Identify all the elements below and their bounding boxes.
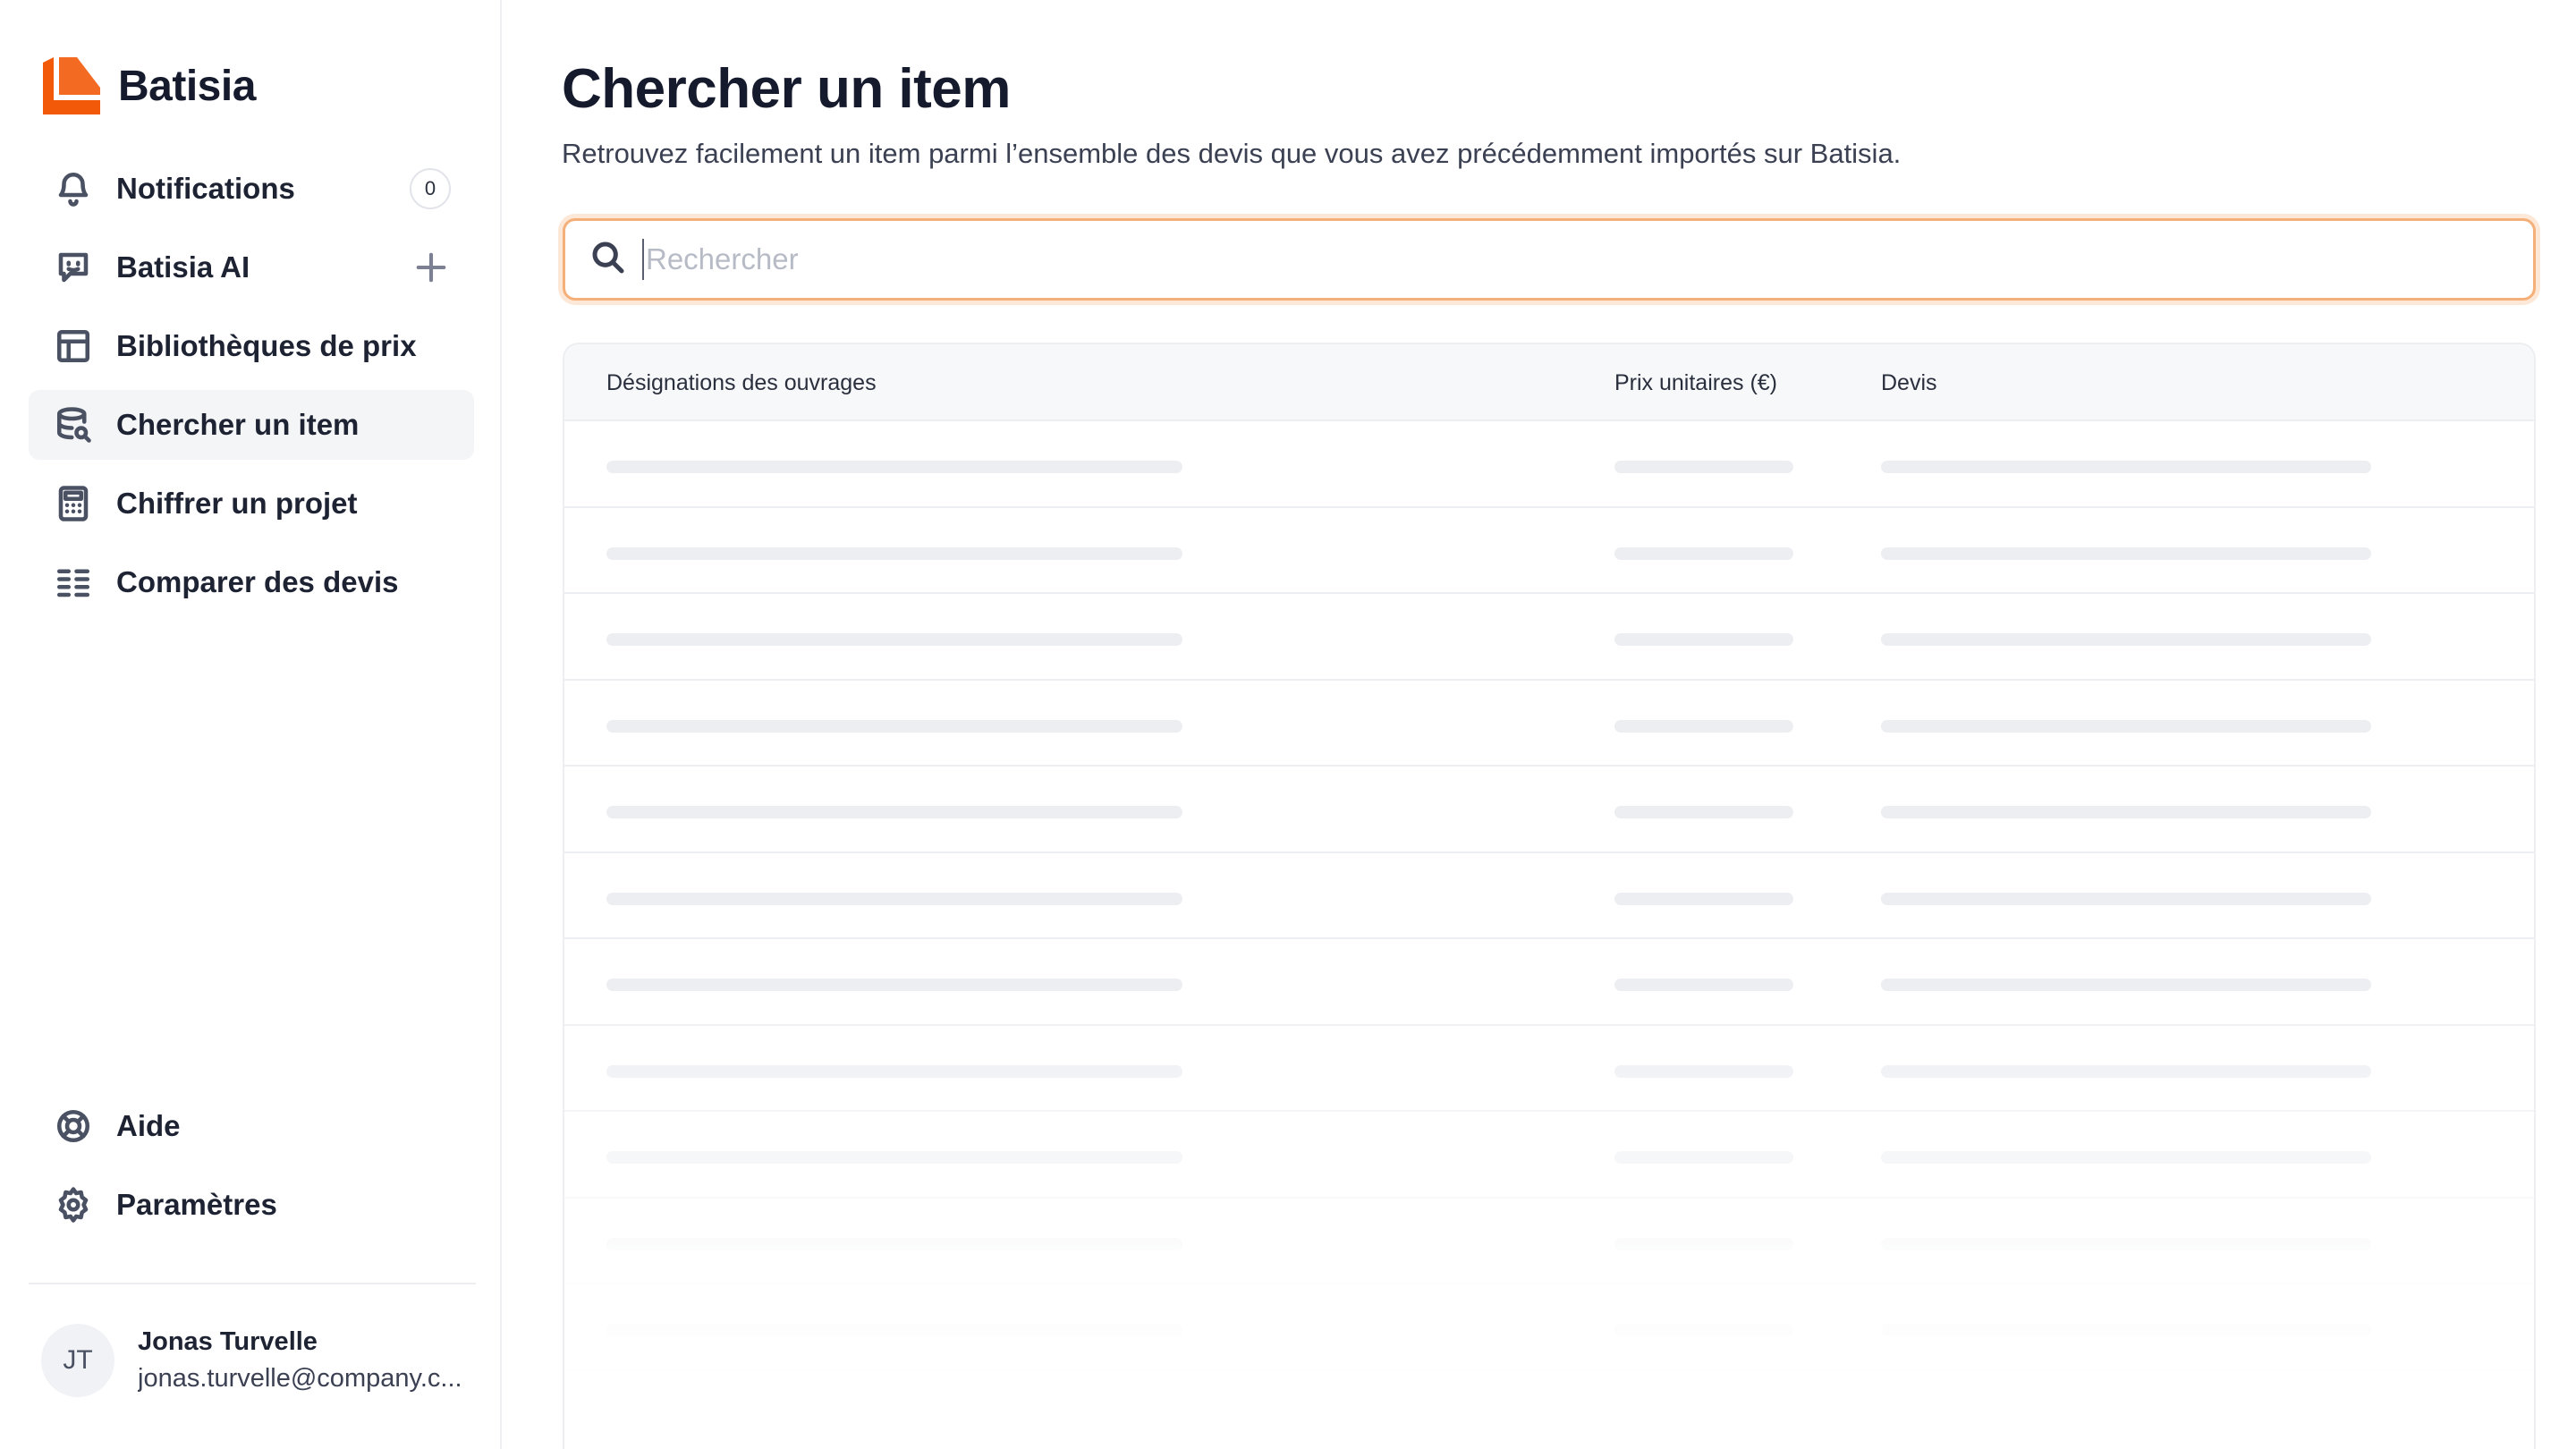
list-compare-icon: [54, 563, 93, 602]
skeleton-placeholder: [1614, 633, 1793, 646]
skeleton-placeholder: [606, 633, 1182, 646]
skeleton-placeholder: [606, 892, 1182, 905]
sidebar-item-price-libraries[interactable]: Bibliothèques de prix: [29, 311, 474, 381]
main-nav: Notifications 0 Batisia AI Bibliothèques…: [29, 154, 474, 626]
skeleton-placeholder: [1881, 1324, 2371, 1336]
skeleton-placeholder: [1881, 1151, 2371, 1164]
skeleton-placeholder: [1614, 892, 1793, 905]
table-row: [564, 1026, 2534, 1112]
skeleton-placeholder: [1614, 1324, 1793, 1336]
skeleton-placeholder: [1881, 547, 2371, 560]
search-icon: [590, 240, 630, 279]
skeleton-placeholder: [606, 1064, 1182, 1078]
sidebar-item-label: Chercher un item: [116, 408, 360, 441]
table-row: [564, 681, 2534, 767]
skeleton-placeholder: [1614, 806, 1793, 818]
sidebar: Batisia Notifications 0 Batisia AI Bibli…: [0, 0, 502, 1449]
skeleton-placeholder: [1614, 1237, 1793, 1250]
skeleton-placeholder: [1881, 979, 2371, 991]
new-chat-button[interactable]: [411, 248, 451, 287]
database-search-icon: [54, 405, 93, 445]
sidebar-item-label: Bibliothèques de prix: [116, 329, 417, 362]
skeleton-placeholder: [606, 547, 1182, 560]
column-header-unit-price[interactable]: Prix unitaires (€): [1614, 344, 1777, 421]
sidebar-item-search-item[interactable]: Chercher un item: [29, 390, 474, 460]
user-profile[interactable]: JT Jonas Turvelle jonas.turvelle@company…: [41, 1324, 478, 1397]
skeleton-placeholder: [606, 806, 1182, 818]
gear-icon: [54, 1185, 93, 1224]
skeleton-placeholder: [1614, 547, 1793, 560]
skeleton-placeholder: [606, 979, 1182, 991]
app-logo[interactable]: Batisia: [41, 55, 256, 116]
chat-bot-icon: [54, 248, 93, 287]
skeleton-placeholder: [1614, 1064, 1793, 1078]
page-subtitle: Retrouvez facilement un item parmi l’ens…: [562, 138, 1902, 169]
sidebar-item-label: Aide: [116, 1109, 181, 1142]
table-row: [564, 1112, 2534, 1199]
skeleton-placeholder: [1614, 461, 1793, 473]
results-table: Désignations des ouvrages Prix unitaires…: [563, 343, 2536, 1449]
skeleton-placeholder: [1881, 1237, 2371, 1250]
user-info: Jonas Turvelle jonas.turvelle@company.c.…: [138, 1327, 478, 1394]
secondary-nav: Aide Paramètres: [29, 1091, 474, 1249]
sidebar-item-label: Chiffrer un projet: [116, 487, 358, 520]
calculator-icon: [54, 484, 93, 523]
sidebar-item-label: Notifications: [116, 172, 295, 205]
table-row: [564, 1199, 2534, 1284]
skeleton-placeholder: [1881, 892, 2371, 905]
sidebar-item-compare-quotes[interactable]: Comparer des devis: [29, 547, 474, 617]
search-input[interactable]: [642, 239, 2503, 280]
skeleton-placeholder: [606, 719, 1182, 733]
avatar: JT: [41, 1324, 114, 1397]
skeleton-placeholder: [606, 461, 1182, 473]
table-grid-icon: [54, 326, 93, 366]
table-header: Désignations des ouvrages Prix unitaires…: [564, 344, 2534, 421]
user-email: jonas.turvelle@company.c...: [138, 1364, 462, 1393]
bell-icon: [54, 169, 93, 208]
skeleton-placeholder: [1614, 719, 1793, 733]
table-row: [564, 594, 2534, 681]
page-title: Chercher un item: [562, 58, 1011, 120]
column-header-designation[interactable]: Désignations des ouvrages: [606, 344, 877, 421]
sidebar-item-help[interactable]: Aide: [29, 1091, 474, 1161]
skeleton-placeholder: [606, 1324, 1182, 1336]
table-row: [564, 421, 2534, 508]
table-row: [564, 767, 2534, 853]
sidebar-item-label: Batisia AI: [116, 250, 250, 284]
skeleton-placeholder: [1614, 979, 1793, 991]
sidebar-divider: [29, 1283, 476, 1284]
notification-count-badge: 0: [410, 168, 451, 209]
lifebuoy-icon: [54, 1106, 93, 1146]
skeleton-placeholder: [1881, 806, 2371, 818]
skeleton-placeholder: [606, 1151, 1182, 1164]
main-content: Chercher un item Retrouvez facilement un…: [504, 0, 2576, 1449]
skeleton-placeholder: [606, 1237, 1182, 1250]
sidebar-item-label: Paramètres: [116, 1188, 277, 1221]
batisia-logo-icon: [43, 57, 100, 114]
sidebar-item-settings[interactable]: Paramètres: [29, 1170, 474, 1240]
skeleton-placeholder: [1614, 1151, 1793, 1164]
sidebar-item-estimate-project[interactable]: Chiffrer un projet: [29, 469, 474, 538]
sidebar-item-batisia-ai[interactable]: Batisia AI: [29, 233, 474, 302]
plus-icon: [416, 252, 446, 283]
skeleton-placeholder: [1881, 633, 2371, 646]
skeleton-placeholder: [1881, 719, 2371, 733]
table-row: [564, 853, 2534, 939]
column-header-quote[interactable]: Devis: [1881, 344, 1937, 421]
table-row: [564, 508, 2534, 594]
table-row: [564, 1284, 2534, 1371]
app-name: Batisia: [118, 62, 256, 110]
sidebar-item-notifications[interactable]: Notifications 0: [29, 154, 474, 224]
table-body: [564, 421, 2534, 1371]
skeleton-placeholder: [1881, 461, 2371, 473]
search-bar[interactable]: [563, 218, 2536, 301]
table-row: [564, 939, 2534, 1026]
user-name: Jonas Turvelle: [138, 1327, 318, 1356]
skeleton-placeholder: [1881, 1064, 2371, 1078]
sidebar-item-label: Comparer des devis: [116, 565, 399, 598]
